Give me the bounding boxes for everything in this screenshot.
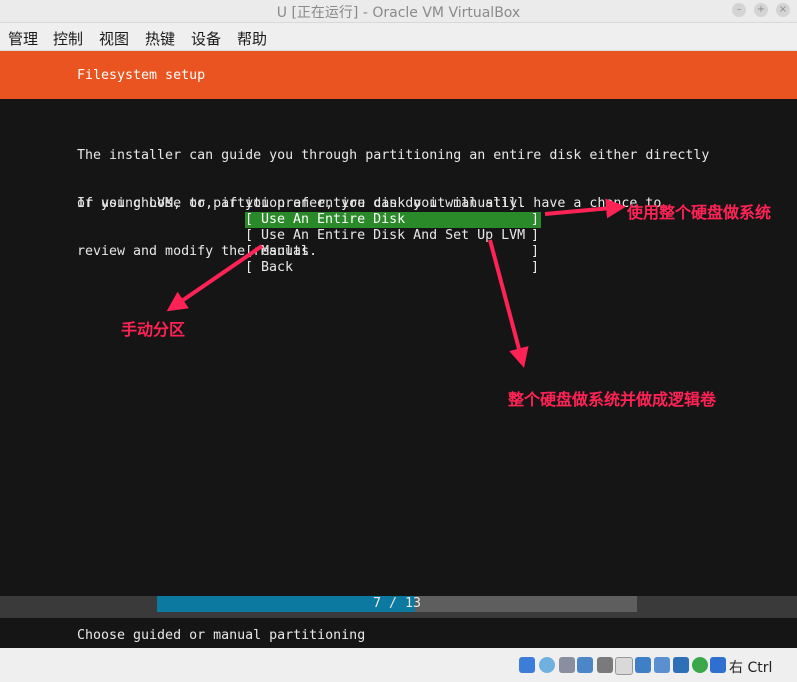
cpu-icon[interactable] (692, 657, 708, 673)
arrow-entire-disk (544, 198, 626, 219)
shared-folder-icon[interactable] (615, 657, 633, 675)
mouse-integration-icon[interactable] (710, 657, 726, 673)
host-key-label[interactable]: 右 Ctrl (729, 657, 772, 677)
audio-icon[interactable] (559, 657, 575, 673)
annotation-arrows (166, 198, 626, 368)
optical-drive-icon[interactable] (539, 657, 555, 673)
annotation-entire-disk: 使用整个硬盘做系统 (627, 203, 772, 222)
usb-icon[interactable] (597, 657, 613, 673)
display-icon[interactable] (635, 657, 651, 673)
annotation-manual: 手动分区 (121, 320, 186, 339)
vbox-statusbar: 右 Ctrl (0, 650, 797, 682)
network-icon[interactable] (577, 657, 593, 673)
recording-icon[interactable] (673, 657, 689, 673)
hard-disk-icon[interactable] (519, 657, 535, 673)
capture-icon[interactable] (654, 657, 670, 673)
annotation-lvm: 整个硬盘做系统并做成逻辑卷 (508, 390, 717, 409)
arrow-lvm (488, 239, 529, 368)
arrow-manual (166, 244, 264, 312)
